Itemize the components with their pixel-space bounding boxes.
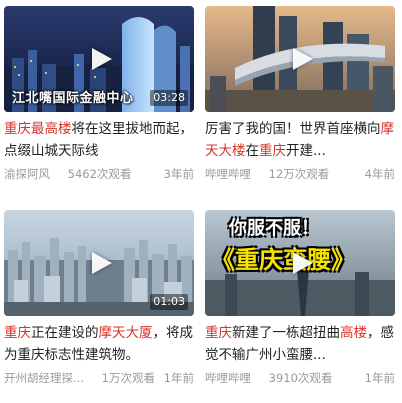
- thumbnail-caption: 江北嘴国际金融中心: [12, 91, 134, 106]
- video-meta: 开州胡经理探... 1万次观看 1年前: [4, 370, 194, 386]
- title-keyword: 重庆: [4, 325, 31, 341]
- video-title[interactable]: 重庆正在建设的摩天大厦，将成为重庆标志性建筑物。: [4, 322, 194, 366]
- video-meta: 哔哩哔哩 3910次观看 1年前: [205, 370, 395, 386]
- video-title[interactable]: 重庆新建了一栋超扭曲高楼，感觉不输广州小蛮腰...: [205, 322, 395, 366]
- video-title[interactable]: 厉害了我的国！世界首座横向摩天大楼在重庆开建...: [205, 118, 395, 162]
- title-keyword: 高楼: [340, 325, 367, 341]
- thumbnail-caption-top: 你服不服！: [229, 218, 319, 239]
- video-author: 哔哩哔哩: [205, 167, 251, 181]
- video-duration: 03:28: [150, 90, 188, 106]
- title-text: 新建了一栋超扭曲: [232, 325, 340, 341]
- title-keyword: 摩天大厦: [98, 325, 153, 341]
- title-keyword: 重庆: [259, 143, 286, 159]
- video-meta: 哔哩哔哩 12万次观看 4年前: [205, 166, 395, 182]
- video-age: 3年前: [163, 167, 194, 181]
- video-author: 渝探阿风: [4, 167, 50, 181]
- video-thumbnail[interactable]: [205, 6, 395, 112]
- play-icon: [92, 48, 112, 70]
- video-duration: 01:03: [150, 294, 188, 310]
- thumbnail-caption-main: 《重庆蛮腰》: [211, 246, 355, 274]
- title-keyword: 重庆: [205, 325, 232, 341]
- video-views: 3910次观看: [268, 371, 333, 385]
- title-keyword: 最高楼: [31, 121, 72, 137]
- title-text: 厉害了我的国！世界首座横向: [205, 121, 381, 137]
- video-age: 1年前: [364, 371, 395, 385]
- video-meta: 渝探阿风 5462次观看 3年前: [4, 166, 194, 182]
- video-thumbnail[interactable]: 你服不服！ 《重庆蛮腰》: [205, 210, 395, 316]
- video-thumbnail[interactable]: 江北嘴国际金融中心 03:28: [4, 6, 194, 112]
- title-text: 开建...: [286, 143, 326, 159]
- video-views: 1万次观看: [101, 371, 155, 385]
- video-views: 5462次观看: [67, 167, 132, 181]
- video-age: 1年前: [163, 371, 194, 385]
- video-card[interactable]: 厉害了我的国！世界首座横向摩天大楼在重庆开建... 哔哩哔哩 12万次观看 4年…: [205, 6, 395, 182]
- video-author: 哔哩哔哩: [205, 371, 251, 385]
- video-card[interactable]: 江北嘴国际金融中心 03:28 重庆最高楼将在这里拔地而起，点缀山城天际线 渝探…: [4, 6, 194, 182]
- title-text: 正在建设的: [31, 325, 99, 341]
- video-views: 12万次观看: [268, 167, 330, 181]
- play-icon: [92, 252, 112, 274]
- video-card[interactable]: 01:03 重庆正在建设的摩天大厦，将成为重庆标志性建筑物。 开州胡经理探...…: [4, 210, 194, 386]
- play-icon: [293, 48, 313, 70]
- play-icon: [293, 252, 313, 274]
- video-card[interactable]: 你服不服！ 《重庆蛮腰》 重庆新建了一栋超扭曲高楼，感觉不输广州小蛮腰... 哔…: [205, 210, 395, 386]
- video-title[interactable]: 重庆最高楼将在这里拔地而起，点缀山城天际线: [4, 118, 194, 162]
- video-age: 4年前: [364, 167, 395, 181]
- title-text: 在: [245, 143, 260, 159]
- video-grid: 江北嘴国际金融中心 03:28 重庆最高楼将在这里拔地而起，点缀山城天际线 渝探…: [0, 0, 402, 403]
- video-author: 开州胡经理探...: [4, 371, 84, 385]
- title-keyword: 重庆: [4, 121, 31, 137]
- video-thumbnail[interactable]: 01:03: [4, 210, 194, 316]
